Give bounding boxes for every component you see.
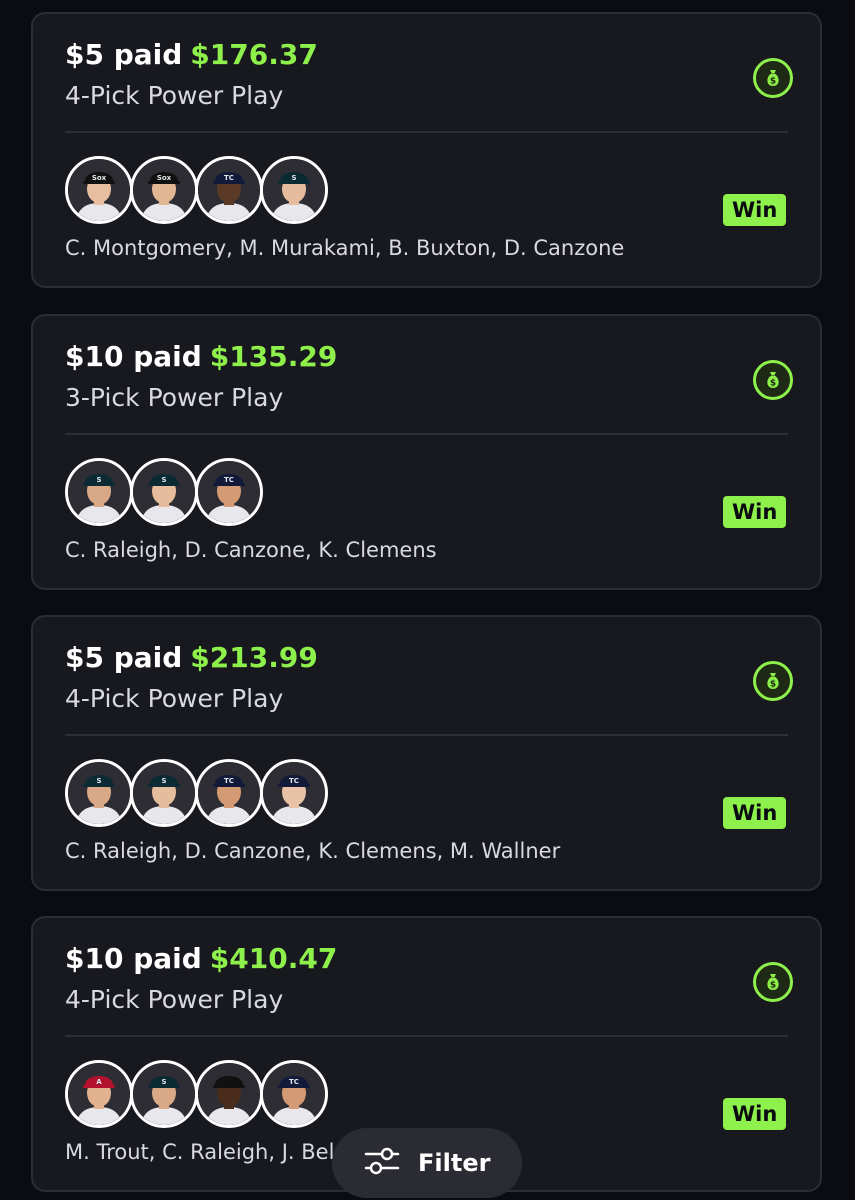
svg-text:S: S	[161, 476, 166, 484]
win-badge: Win	[723, 797, 787, 829]
player-avatar: S	[130, 759, 198, 827]
entry-card[interactable]: $10 paid $135.29 3-Pick Power Play $ S S TC…	[31, 314, 822, 590]
player-avatar: TC	[195, 458, 263, 526]
svg-text:S: S	[161, 1078, 166, 1086]
player-avatar: S	[65, 759, 133, 827]
win-badge: Win	[723, 1098, 787, 1130]
svg-text:TC: TC	[289, 777, 299, 785]
entry-card[interactable]: $5 paid $176.37 4-Pick Power Play $ Sox So…	[31, 12, 822, 288]
svg-text:Sox: Sox	[157, 174, 172, 182]
svg-text:A: A	[96, 1078, 102, 1086]
entry-fee: $10 paid	[65, 340, 202, 373]
play-type: 3-Pick Power Play	[65, 383, 284, 412]
win-badge: Win	[723, 496, 787, 528]
svg-text:TC: TC	[224, 174, 234, 182]
player-avatars: A S TC	[65, 1060, 328, 1128]
player-avatar: Sox	[65, 156, 133, 224]
svg-text:S: S	[96, 777, 101, 785]
card-divider	[65, 1035, 788, 1037]
payout-amount: $213.99	[190, 641, 318, 674]
money-bag-icon: $	[753, 661, 793, 701]
player-avatar: S	[65, 458, 133, 526]
player-avatars: S S TC TC	[65, 759, 328, 827]
svg-text:TC: TC	[289, 1078, 299, 1086]
entries-page: $5 paid $176.37 4-Pick Power Play $ Sox So…	[0, 0, 855, 1200]
player-avatar	[195, 1060, 263, 1128]
player-avatar: A	[65, 1060, 133, 1128]
player-avatar: TC	[195, 156, 263, 224]
play-type: 4-Pick Power Play	[65, 684, 284, 713]
entry-fee: $10 paid	[65, 942, 202, 975]
payout-amount: $410.47	[209, 942, 338, 975]
payout-amount: $176.37	[190, 38, 318, 71]
svg-text:Sox: Sox	[92, 174, 107, 182]
money-bag-icon: $	[753, 962, 793, 1002]
money-bag-icon: $	[753, 58, 793, 98]
player-avatar: S	[260, 156, 328, 224]
svg-text:TC: TC	[224, 476, 234, 484]
player-avatar: TC	[260, 1060, 328, 1128]
player-avatar: S	[130, 458, 198, 526]
paid-line: $10 paid $410.47	[65, 942, 337, 975]
play-type: 4-Pick Power Play	[65, 81, 284, 110]
player-names: M. Trout, C. Raleigh, J. Bel	[65, 1140, 335, 1164]
svg-text:TC: TC	[224, 777, 234, 785]
player-avatar: Sox	[130, 156, 198, 224]
paid-line: $5 paid $176.37	[65, 38, 318, 71]
svg-text:S: S	[96, 476, 101, 484]
play-type: 4-Pick Power Play	[65, 985, 284, 1014]
paid-line: $10 paid $135.29	[65, 340, 337, 373]
player-avatars: S S TC	[65, 458, 263, 526]
svg-text:S: S	[291, 174, 296, 182]
svg-text:$: $	[770, 77, 776, 87]
filter-label: Filter	[418, 1149, 491, 1177]
card-divider	[65, 734, 788, 736]
player-names: C. Raleigh, D. Canzone, K. Clemens, M. W…	[65, 839, 561, 863]
paid-line: $5 paid $213.99	[65, 641, 318, 674]
sliders-icon	[364, 1146, 400, 1180]
svg-text:$: $	[770, 379, 776, 389]
card-divider	[65, 433, 788, 435]
player-names: C. Montgomery, M. Murakami, B. Buxton, D…	[65, 236, 625, 260]
money-bag-icon: $	[753, 360, 793, 400]
player-avatar: TC	[195, 759, 263, 827]
player-avatar: S	[130, 1060, 198, 1128]
svg-text:$: $	[770, 981, 776, 991]
entry-card[interactable]: $5 paid $213.99 4-Pick Power Play $ S S TC T…	[31, 615, 822, 891]
player-avatars: Sox Sox TC S	[65, 156, 328, 224]
win-badge: Win	[723, 194, 787, 226]
payout-amount: $135.29	[209, 340, 338, 373]
entry-fee: $5 paid	[65, 38, 183, 71]
entry-fee: $5 paid	[65, 641, 183, 674]
player-names: C. Raleigh, D. Canzone, K. Clemens	[65, 538, 437, 562]
svg-text:$: $	[770, 680, 776, 690]
filter-button[interactable]: Filter	[332, 1128, 522, 1198]
card-divider	[65, 131, 788, 133]
svg-text:S: S	[161, 777, 166, 785]
player-avatar: TC	[260, 759, 328, 827]
